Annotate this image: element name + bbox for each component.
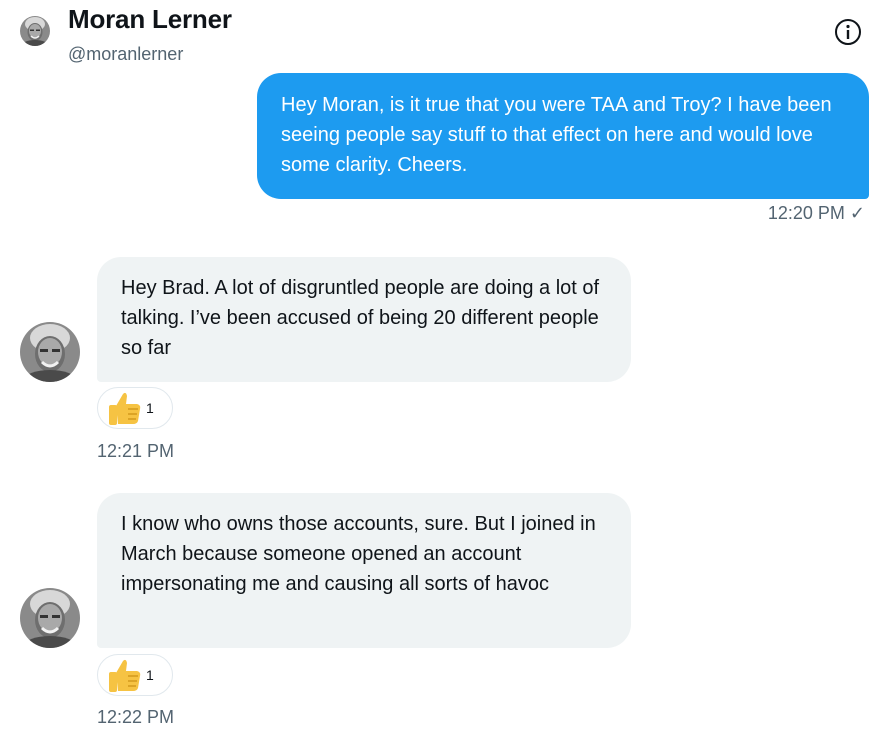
info-icon[interactable]	[833, 17, 863, 47]
reaction-count: 1	[146, 667, 154, 683]
incoming-message-bubble[interactable]: I know who owns those accounts, sure. Bu…	[97, 493, 631, 648]
thumbs-up-icon	[104, 388, 144, 428]
message-timestamp: 12:21 PM	[97, 441, 175, 461]
conversation-header: Moran Lerner @moranlerner	[0, 0, 889, 70]
incoming-message-bubble[interactable]: Hey Brad. A lot of disgruntled people ar…	[97, 257, 631, 382]
contact-name[interactable]: Moran Lerner	[68, 4, 232, 35]
sent-check-icon: ✓	[849, 203, 865, 223]
sender-avatar[interactable]	[20, 322, 80, 382]
reaction-button[interactable]: 1	[97, 654, 173, 696]
contact-handle[interactable]: @moranlerner	[68, 44, 183, 65]
message-timestamp: 12:22 PM	[97, 707, 175, 727]
thumbs-up-icon	[104, 655, 144, 695]
reaction-button[interactable]: 1	[97, 387, 173, 429]
sender-avatar[interactable]	[20, 588, 80, 648]
reaction-count: 1	[146, 400, 154, 416]
header-avatar[interactable]	[20, 16, 50, 46]
outgoing-message-bubble[interactable]: Hey Moran, is it true that you were TAA …	[257, 73, 869, 199]
message-timestamp: 12:20 PM ✓	[767, 203, 865, 223]
